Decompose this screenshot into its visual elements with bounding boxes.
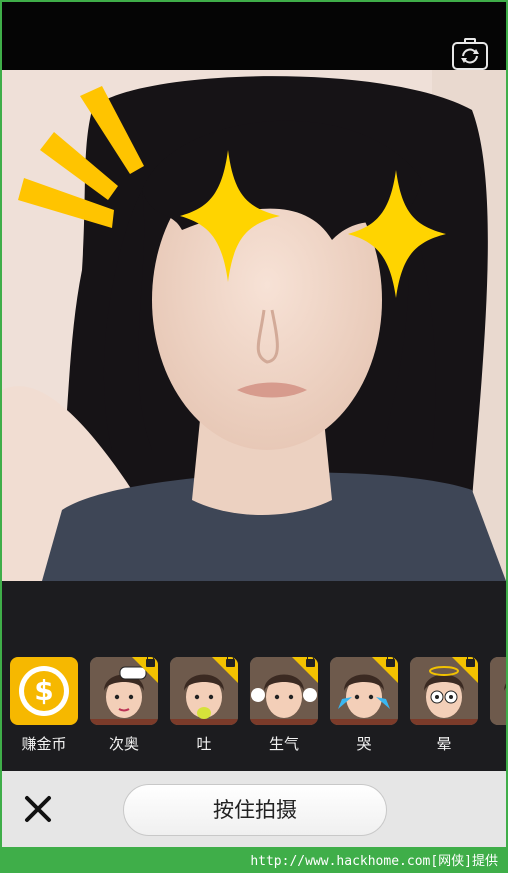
effect-item-partial[interactable] bbox=[490, 657, 506, 757]
effect-item-earn-coins[interactable]: $ 赚金币 bbox=[10, 657, 80, 757]
effect-thumb bbox=[410, 657, 478, 725]
coin-icon: $ bbox=[19, 666, 69, 716]
watermark-text: http://www.hackhome.com[网侠]提供 bbox=[250, 854, 498, 869]
bottom-bar: 按住拍摄 bbox=[2, 771, 506, 847]
effect-item-angry[interactable]: 生气 bbox=[250, 657, 320, 757]
top-bar bbox=[2, 2, 506, 70]
lock-icon bbox=[226, 657, 235, 667]
effect-thumb bbox=[490, 657, 506, 725]
effect-label: 晕 bbox=[436, 735, 452, 753]
effect-label: 次奥 bbox=[108, 735, 139, 753]
camera-preview[interactable] bbox=[2, 70, 506, 581]
effect-thumb bbox=[90, 657, 158, 725]
effect-label: 哭 bbox=[356, 735, 372, 753]
selfie-photo bbox=[2, 70, 506, 581]
coin-thumb: $ bbox=[10, 657, 78, 725]
effect-thumb bbox=[170, 657, 238, 725]
effect-item-ciao[interactable]: 次奥 bbox=[90, 657, 160, 757]
effect-label: 赚金币 bbox=[21, 735, 67, 753]
lock-icon bbox=[466, 657, 475, 667]
effect-thumb bbox=[330, 657, 398, 725]
child-face-icon bbox=[490, 657, 506, 725]
effect-label: 吐 bbox=[196, 735, 212, 753]
lock-icon bbox=[306, 657, 315, 667]
app-screen: $ 赚金币 次奥 吐 生气 哭 晕 按住拍摄 bbox=[2, 2, 506, 847]
effect-label: 生气 bbox=[268, 735, 299, 753]
camera-switch-icon[interactable] bbox=[452, 38, 488, 70]
effect-item-dizzy[interactable]: 晕 bbox=[410, 657, 480, 757]
effect-item-cry[interactable]: 哭 bbox=[330, 657, 400, 757]
lock-icon bbox=[146, 657, 155, 667]
effect-item-vomit[interactable]: 吐 bbox=[170, 657, 240, 757]
effect-thumb bbox=[250, 657, 318, 725]
effect-strip[interactable]: $ 赚金币 次奥 吐 生气 哭 晕 bbox=[10, 657, 506, 757]
dollar-icon: $ bbox=[24, 671, 64, 711]
effects-panel: $ 赚金币 次奥 吐 生气 哭 晕 bbox=[2, 581, 506, 771]
lock-icon bbox=[386, 657, 395, 667]
close-icon[interactable] bbox=[22, 793, 54, 825]
hold-to-shoot-button[interactable]: 按住拍摄 bbox=[123, 784, 387, 836]
